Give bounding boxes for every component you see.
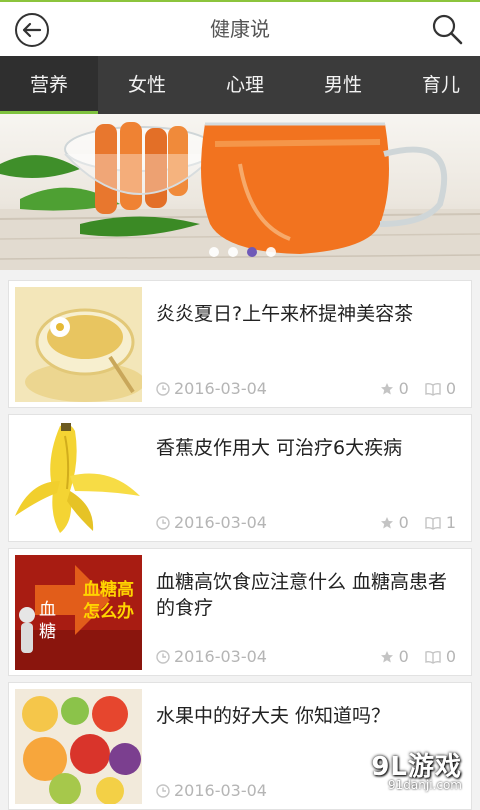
article-date: 2016-03-04 bbox=[156, 647, 267, 666]
carousel-dot[interactable] bbox=[266, 247, 276, 257]
star-icon bbox=[380, 382, 393, 394]
article-date: 2016-03-04 bbox=[156, 513, 267, 532]
carousel-indicator bbox=[209, 247, 276, 257]
search-icon[interactable] bbox=[430, 12, 464, 46]
header-bar: 健康说 bbox=[0, 2, 480, 56]
article-title: 血糖高饮食应注意什么 血糖高患者的食疗 bbox=[156, 571, 448, 619]
favorites-count: 0 bbox=[380, 647, 409, 666]
book-icon bbox=[425, 382, 441, 396]
date-text: 2016-03-04 bbox=[174, 647, 267, 666]
favorites-count: 0 bbox=[380, 379, 409, 398]
article-stats: 0 0 bbox=[370, 647, 456, 666]
thumb-text: 糖 bbox=[39, 622, 56, 642]
reads-count: 1 bbox=[425, 513, 456, 532]
date-text: 2016-03-04 bbox=[174, 379, 267, 398]
article-thumbnail: 血糖高 怎么办 血 糖 bbox=[15, 555, 142, 670]
tab-parenting[interactable]: 育儿 bbox=[392, 56, 480, 114]
tab-psychology[interactable]: 心理 bbox=[196, 56, 294, 114]
date-text: 2016-03-04 bbox=[174, 513, 267, 532]
star-icon bbox=[380, 650, 393, 662]
carousel-dot[interactable] bbox=[209, 247, 219, 257]
date-text: 2016-03-04 bbox=[174, 781, 267, 800]
article-thumbnail bbox=[15, 689, 142, 804]
clock-icon bbox=[156, 515, 170, 530]
book-icon bbox=[425, 650, 441, 664]
article-stats: 0 0 bbox=[370, 379, 456, 398]
list-item[interactable]: 炎炎夏日?上午来杯提神美容茶 2016-03-04 0 0 bbox=[8, 280, 472, 408]
list-item[interactable]: 香蕉皮作用大 可治疗6大疾病 2016-03-04 0 1 bbox=[8, 414, 472, 542]
thumb-text: 血糖高 bbox=[83, 579, 134, 600]
tab-nutrition[interactable]: 营养 bbox=[0, 56, 98, 114]
thumb-text: 血 bbox=[39, 600, 56, 620]
carousel-dot-active[interactable] bbox=[247, 247, 257, 257]
star-icon bbox=[380, 516, 393, 528]
tab-men[interactable]: 男性 bbox=[294, 56, 392, 114]
tab-women[interactable]: 女性 bbox=[98, 56, 196, 114]
favorites-count: 0 bbox=[380, 513, 409, 532]
carousel-dot[interactable] bbox=[228, 247, 238, 257]
article-meta: 2016-03-04 0 0 bbox=[156, 647, 456, 667]
watermark-url: 91danji.com bbox=[388, 778, 462, 792]
clock-icon bbox=[156, 783, 170, 798]
thumb-text: 怎么办 bbox=[83, 601, 134, 622]
banner-carousel[interactable] bbox=[0, 114, 480, 270]
reads-count: 0 bbox=[425, 647, 456, 666]
clock-icon bbox=[156, 649, 170, 664]
article-date: 2016-03-04 bbox=[156, 379, 267, 398]
article-thumbnail bbox=[15, 287, 142, 402]
watermark-logo: 9L游戏 91danji.com bbox=[348, 746, 470, 796]
article-title: 炎炎夏日?上午来杯提神美容茶 bbox=[156, 303, 414, 325]
book-icon bbox=[425, 516, 441, 530]
list-item[interactable]: 血糖高 怎么办 血 糖 血糖高饮食应注意什么 血糖高患者的食疗 2016-03-… bbox=[8, 548, 472, 676]
reads-count: 0 bbox=[425, 379, 456, 398]
article-meta: 2016-03-04 0 1 bbox=[156, 513, 456, 533]
article-title: 水果中的好大夫 你知道吗？ bbox=[156, 705, 391, 727]
article-title: 香蕉皮作用大 可治疗6大疾病 bbox=[156, 437, 403, 459]
page-title: 健康说 bbox=[210, 17, 270, 41]
article-thumbnail bbox=[15, 421, 142, 536]
clock-icon bbox=[156, 381, 170, 396]
article-date: 2016-03-04 bbox=[156, 781, 267, 800]
article-meta: 2016-03-04 0 0 bbox=[156, 379, 456, 399]
article-stats: 0 1 bbox=[370, 513, 456, 532]
category-tabs: 营养 女性 心理 男性 育儿 bbox=[0, 56, 480, 114]
